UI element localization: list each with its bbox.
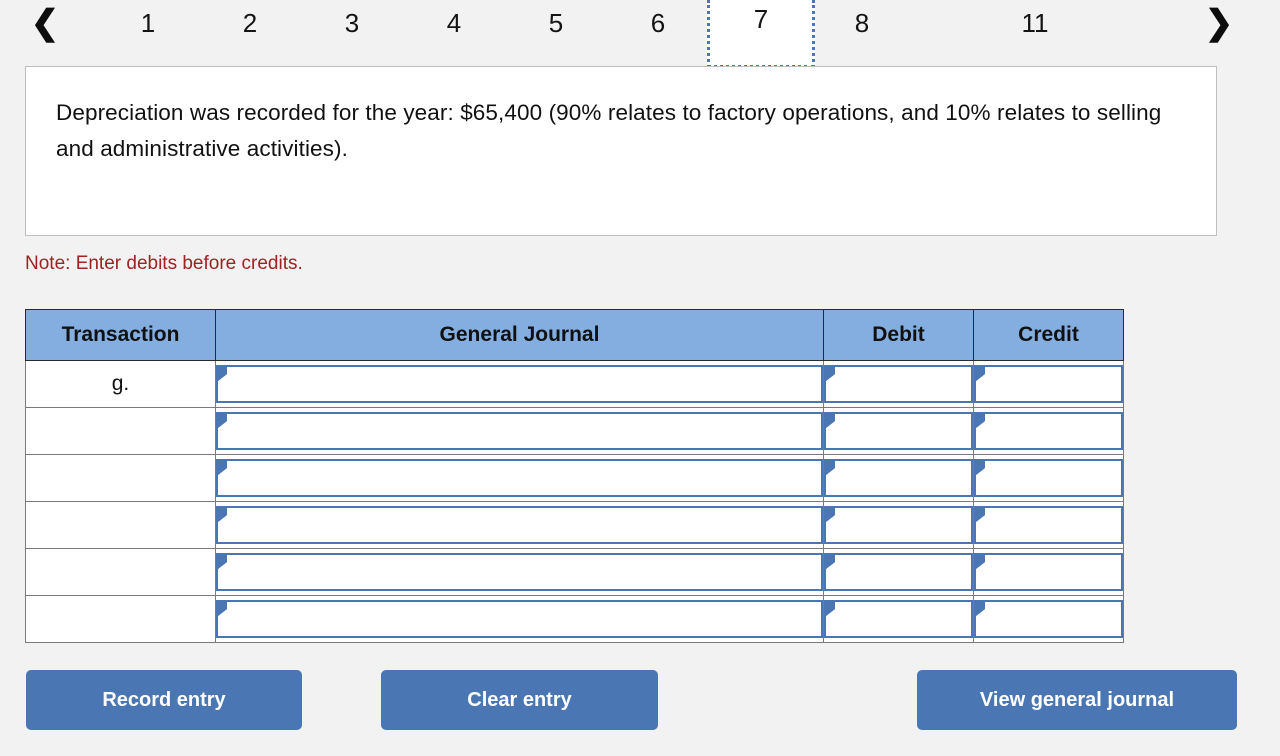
general-journal-input-5[interactable]	[216, 553, 823, 591]
credit-input-6[interactable]	[974, 600, 1123, 638]
header-credit: Credit	[973, 309, 1124, 361]
general-journal-cell-6[interactable]	[215, 595, 824, 643]
clear-entry-button[interactable]: Clear entry	[381, 670, 658, 730]
general-journal-input-6[interactable]	[216, 600, 823, 638]
question-text: Depreciation was recorded for the year: …	[56, 100, 1162, 162]
header-transaction: Transaction	[25, 309, 216, 361]
table-row	[25, 454, 1124, 502]
debit-input-6[interactable]	[824, 600, 973, 638]
general-journal-cell-1[interactable]	[215, 360, 824, 408]
header-general-journal: General Journal	[215, 309, 824, 361]
tab-label: 7	[753, 4, 769, 34]
debit-input-3[interactable]	[824, 459, 973, 497]
general-journal-input-4[interactable]	[216, 506, 823, 544]
table-row	[25, 501, 1124, 549]
note-text: Note: Enter debits before credits.	[25, 253, 303, 274]
credit-input-2[interactable]	[974, 412, 1123, 450]
tab-5[interactable]: 5	[521, 0, 591, 46]
tab-label: 8	[854, 7, 870, 38]
tab-label: 6	[650, 7, 666, 38]
tab-8[interactable]: 8	[827, 0, 897, 46]
debit-cell-4[interactable]	[823, 501, 974, 549]
credit-input-1[interactable]	[974, 365, 1123, 403]
table-row	[25, 595, 1124, 643]
general-journal-cell-2[interactable]	[215, 407, 824, 455]
general-journal-cell-3[interactable]	[215, 454, 824, 502]
credit-input-4[interactable]	[974, 506, 1123, 544]
tab-label: 4	[446, 7, 462, 38]
credit-input-5[interactable]	[974, 553, 1123, 591]
view-general-journal-button[interactable]: View general journal	[917, 670, 1237, 730]
credit-cell-3[interactable]	[973, 454, 1124, 502]
transaction-cell-6	[25, 595, 216, 643]
debit-cell-3[interactable]	[823, 454, 974, 502]
transaction-cell-3	[25, 454, 216, 502]
general-journal-input-3[interactable]	[216, 459, 823, 497]
tab-label: 5	[548, 7, 564, 38]
question-tab-bar: ❮ 1 2 3 4 5 6 7 8 11 ❯	[0, 0, 1280, 68]
debit-cell-5[interactable]	[823, 548, 974, 596]
credit-cell-2[interactable]	[973, 407, 1124, 455]
credit-input-3[interactable]	[974, 459, 1123, 497]
general-journal-table: Transaction General Journal Debit Credit…	[25, 309, 1124, 643]
debit-cell-6[interactable]	[823, 595, 974, 643]
tab-6[interactable]: 6	[623, 0, 693, 46]
general-journal-cell-5[interactable]	[215, 548, 824, 596]
transaction-cell-4	[25, 501, 216, 549]
debit-input-4[interactable]	[824, 506, 973, 544]
credit-cell-6[interactable]	[973, 595, 1124, 643]
tab-label: 1	[140, 7, 156, 38]
tab-label: 11	[1021, 7, 1049, 38]
debit-cell-2[interactable]	[823, 407, 974, 455]
table-row	[25, 407, 1124, 455]
chevron-right-icon[interactable]: ❯	[1196, 0, 1242, 46]
tab-label: 3	[344, 7, 360, 38]
general-journal-cell-4[interactable]	[215, 501, 824, 549]
tab-4[interactable]: 4	[419, 0, 489, 46]
debit-input-2[interactable]	[824, 412, 973, 450]
credit-cell-1[interactable]	[973, 360, 1124, 408]
general-journal-input-2[interactable]	[216, 412, 823, 450]
tab-label: 2	[242, 7, 258, 38]
tab-11[interactable]: 11	[1000, 0, 1070, 46]
transaction-cell-5	[25, 548, 216, 596]
tab-1[interactable]: 1	[113, 0, 183, 46]
record-entry-button[interactable]: Record entry	[26, 670, 302, 730]
transaction-cell-2	[25, 407, 216, 455]
tab-3[interactable]: 3	[317, 0, 387, 46]
header-debit: Debit	[823, 309, 974, 361]
debit-input-5[interactable]	[824, 553, 973, 591]
debit-input-1[interactable]	[824, 365, 973, 403]
debit-cell-1[interactable]	[823, 360, 974, 408]
question-panel: Depreciation was recorded for the year: …	[25, 66, 1217, 236]
general-journal-input-1[interactable]	[216, 365, 823, 403]
table-row	[25, 548, 1124, 596]
credit-cell-4[interactable]	[973, 501, 1124, 549]
chevron-left-icon[interactable]: ❮	[22, 0, 68, 46]
transaction-cell-1: g.	[25, 360, 216, 408]
credit-cell-5[interactable]	[973, 548, 1124, 596]
tab-2[interactable]: 2	[215, 0, 285, 46]
table-row: g.	[25, 360, 1124, 408]
tab-7-selected[interactable]: 7	[707, 0, 815, 68]
table-header-row: Transaction General Journal Debit Credit	[25, 309, 1124, 361]
